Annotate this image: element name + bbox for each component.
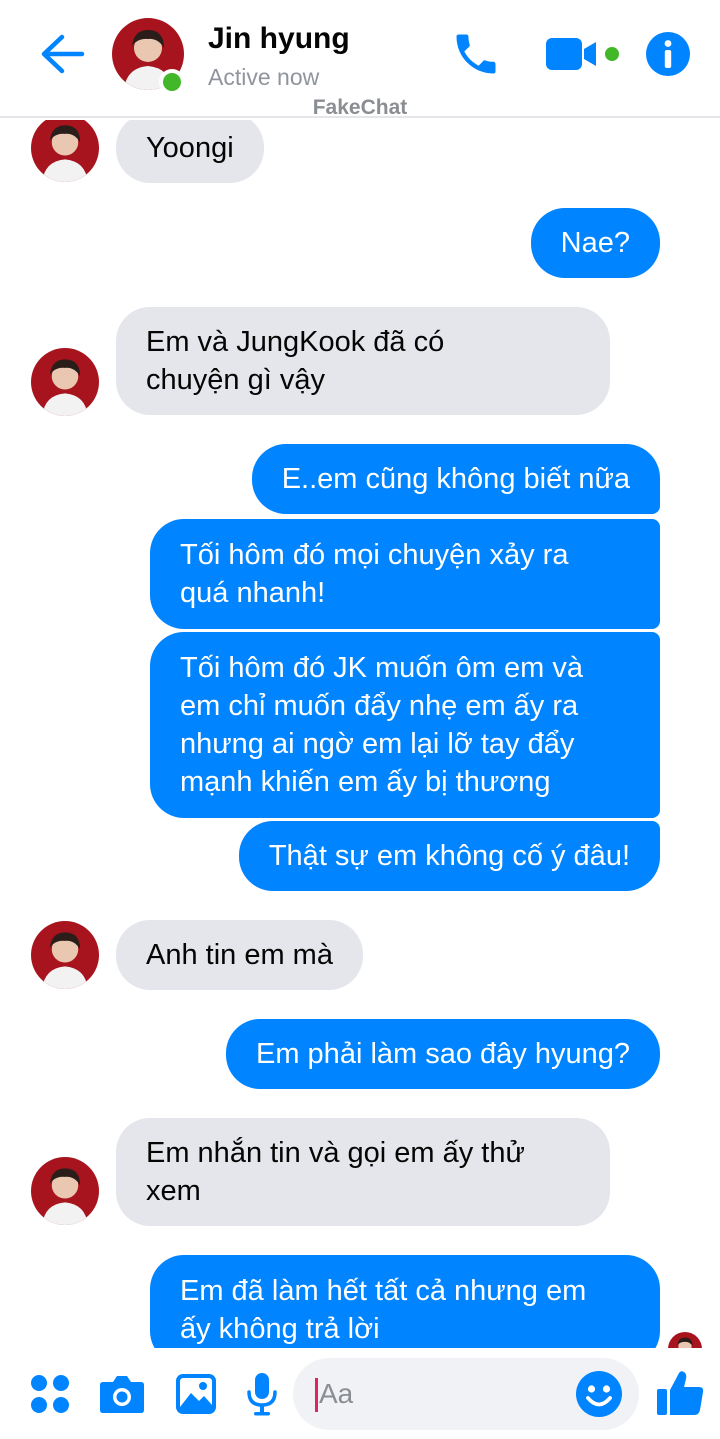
- message-bubble-outgoing[interactable]: Tối hôm đó JK muốn ôm em và em chỉ muốn …: [150, 632, 660, 818]
- message-bubble-outgoing[interactable]: Thật sự em không cố ý đâu!: [238, 821, 660, 891]
- sender-avatar: [31, 921, 99, 989]
- watermark: FakeChat: [312, 96, 408, 119]
- message-bubble-outgoing[interactable]: Tối hôm đó mọi chuyện xảy ra quá nhanh!: [150, 519, 660, 629]
- message-text: Tối hôm đó JK muốn ôm em và: [180, 652, 583, 684]
- chat-header: Jin hyung Active now FakeChat: [0, 0, 720, 119]
- message-bubble-outgoing[interactable]: Nae?: [530, 208, 660, 278]
- gallery-button[interactable]: [175, 1373, 217, 1420]
- message-text: Anh tin em mà: [146, 939, 333, 971]
- microphone-icon: [247, 1373, 277, 1416]
- like-button[interactable]: [655, 1368, 705, 1423]
- message-list[interactable]: Yoongi Nae? Em và JungKook đã có chuyện …: [0, 120, 720, 1348]
- emoji-button[interactable]: [575, 1370, 623, 1423]
- phone-icon: [456, 34, 496, 74]
- message-text: em chỉ muốn đẩy nhẹ em ấy ra: [180, 690, 579, 722]
- message-text: Yoongi: [146, 132, 234, 164]
- message-text: Tối hôm đó mọi chuyện xảy ra: [180, 539, 569, 571]
- voice-button[interactable]: [246, 1372, 278, 1421]
- online-indicator: [159, 69, 185, 95]
- message-text: Em đã làm hết tất cả nhưng em: [180, 1275, 587, 1307]
- text-caret: [315, 1378, 318, 1412]
- message-text: chuyện gì vậy: [146, 364, 325, 396]
- like-icon: [657, 1371, 704, 1415]
- contact-name[interactable]: Jin hyung: [208, 22, 350, 56]
- active-status: Active now: [208, 64, 320, 90]
- video-camera-icon: [546, 38, 619, 70]
- image-icon: [176, 1374, 216, 1414]
- emoji-icon: [576, 1371, 622, 1417]
- message-text: quá nhanh!: [180, 577, 326, 609]
- message-text: Nae?: [560, 227, 630, 259]
- message-text: nhưng ai ngờ em lại lỡ tay đẩy: [180, 728, 575, 760]
- seen-avatar: [668, 1332, 702, 1348]
- message-text: Em và JungKook đã có: [146, 326, 445, 358]
- apps-button[interactable]: [30, 1374, 70, 1419]
- composer-bar: Aa: [0, 1348, 720, 1439]
- back-arrow-icon: [41, 34, 85, 74]
- info-icon: [646, 32, 690, 76]
- sender-avatar: [31, 120, 99, 182]
- message-bubble-outgoing[interactable]: Em phải làm sao đây hyung?: [226, 1019, 660, 1089]
- message-text: ấy không trả lời: [180, 1313, 380, 1345]
- message-text: Em phải làm sao đây hyung?: [256, 1038, 630, 1070]
- back-button[interactable]: [38, 32, 86, 76]
- message-bubble-incoming[interactable]: Yoongi: [116, 120, 264, 183]
- video-call-button[interactable]: [544, 34, 628, 74]
- message-text: E..em cũng không biết nữa: [281, 463, 630, 495]
- message-text: Thật sự em không cố ý đâu!: [268, 840, 630, 872]
- apps-grid-icon: [31, 1375, 69, 1413]
- camera-button[interactable]: [99, 1372, 145, 1419]
- message-bubble-incoming[interactable]: Anh tin em mà: [116, 920, 363, 990]
- sender-avatar: [31, 1157, 99, 1225]
- sender-avatar: [31, 348, 99, 416]
- input-placeholder: Aa: [319, 1378, 354, 1409]
- message-text: Em nhắn tin và gọi em ấy thử: [146, 1137, 525, 1169]
- message-text: mạnh khiến em ấy bị thương: [180, 766, 551, 798]
- message-text: xem: [146, 1175, 201, 1207]
- message-bubble-incoming[interactable]: Em nhắn tin và gọi em ấy thử xem: [116, 1118, 610, 1226]
- info-button[interactable]: [645, 31, 691, 77]
- message-bubble-incoming[interactable]: Em và JungKook đã có chuyện gì vậy: [116, 307, 610, 415]
- message-input[interactable]: Aa: [293, 1358, 639, 1430]
- camera-icon: [100, 1376, 144, 1413]
- message-bubble-outgoing[interactable]: Em đã làm hết tất cả nhưng em ấy không t…: [150, 1255, 660, 1348]
- message-bubble-outgoing[interactable]: E..em cũng không biết nữa: [251, 444, 660, 514]
- audio-call-button[interactable]: [450, 28, 502, 80]
